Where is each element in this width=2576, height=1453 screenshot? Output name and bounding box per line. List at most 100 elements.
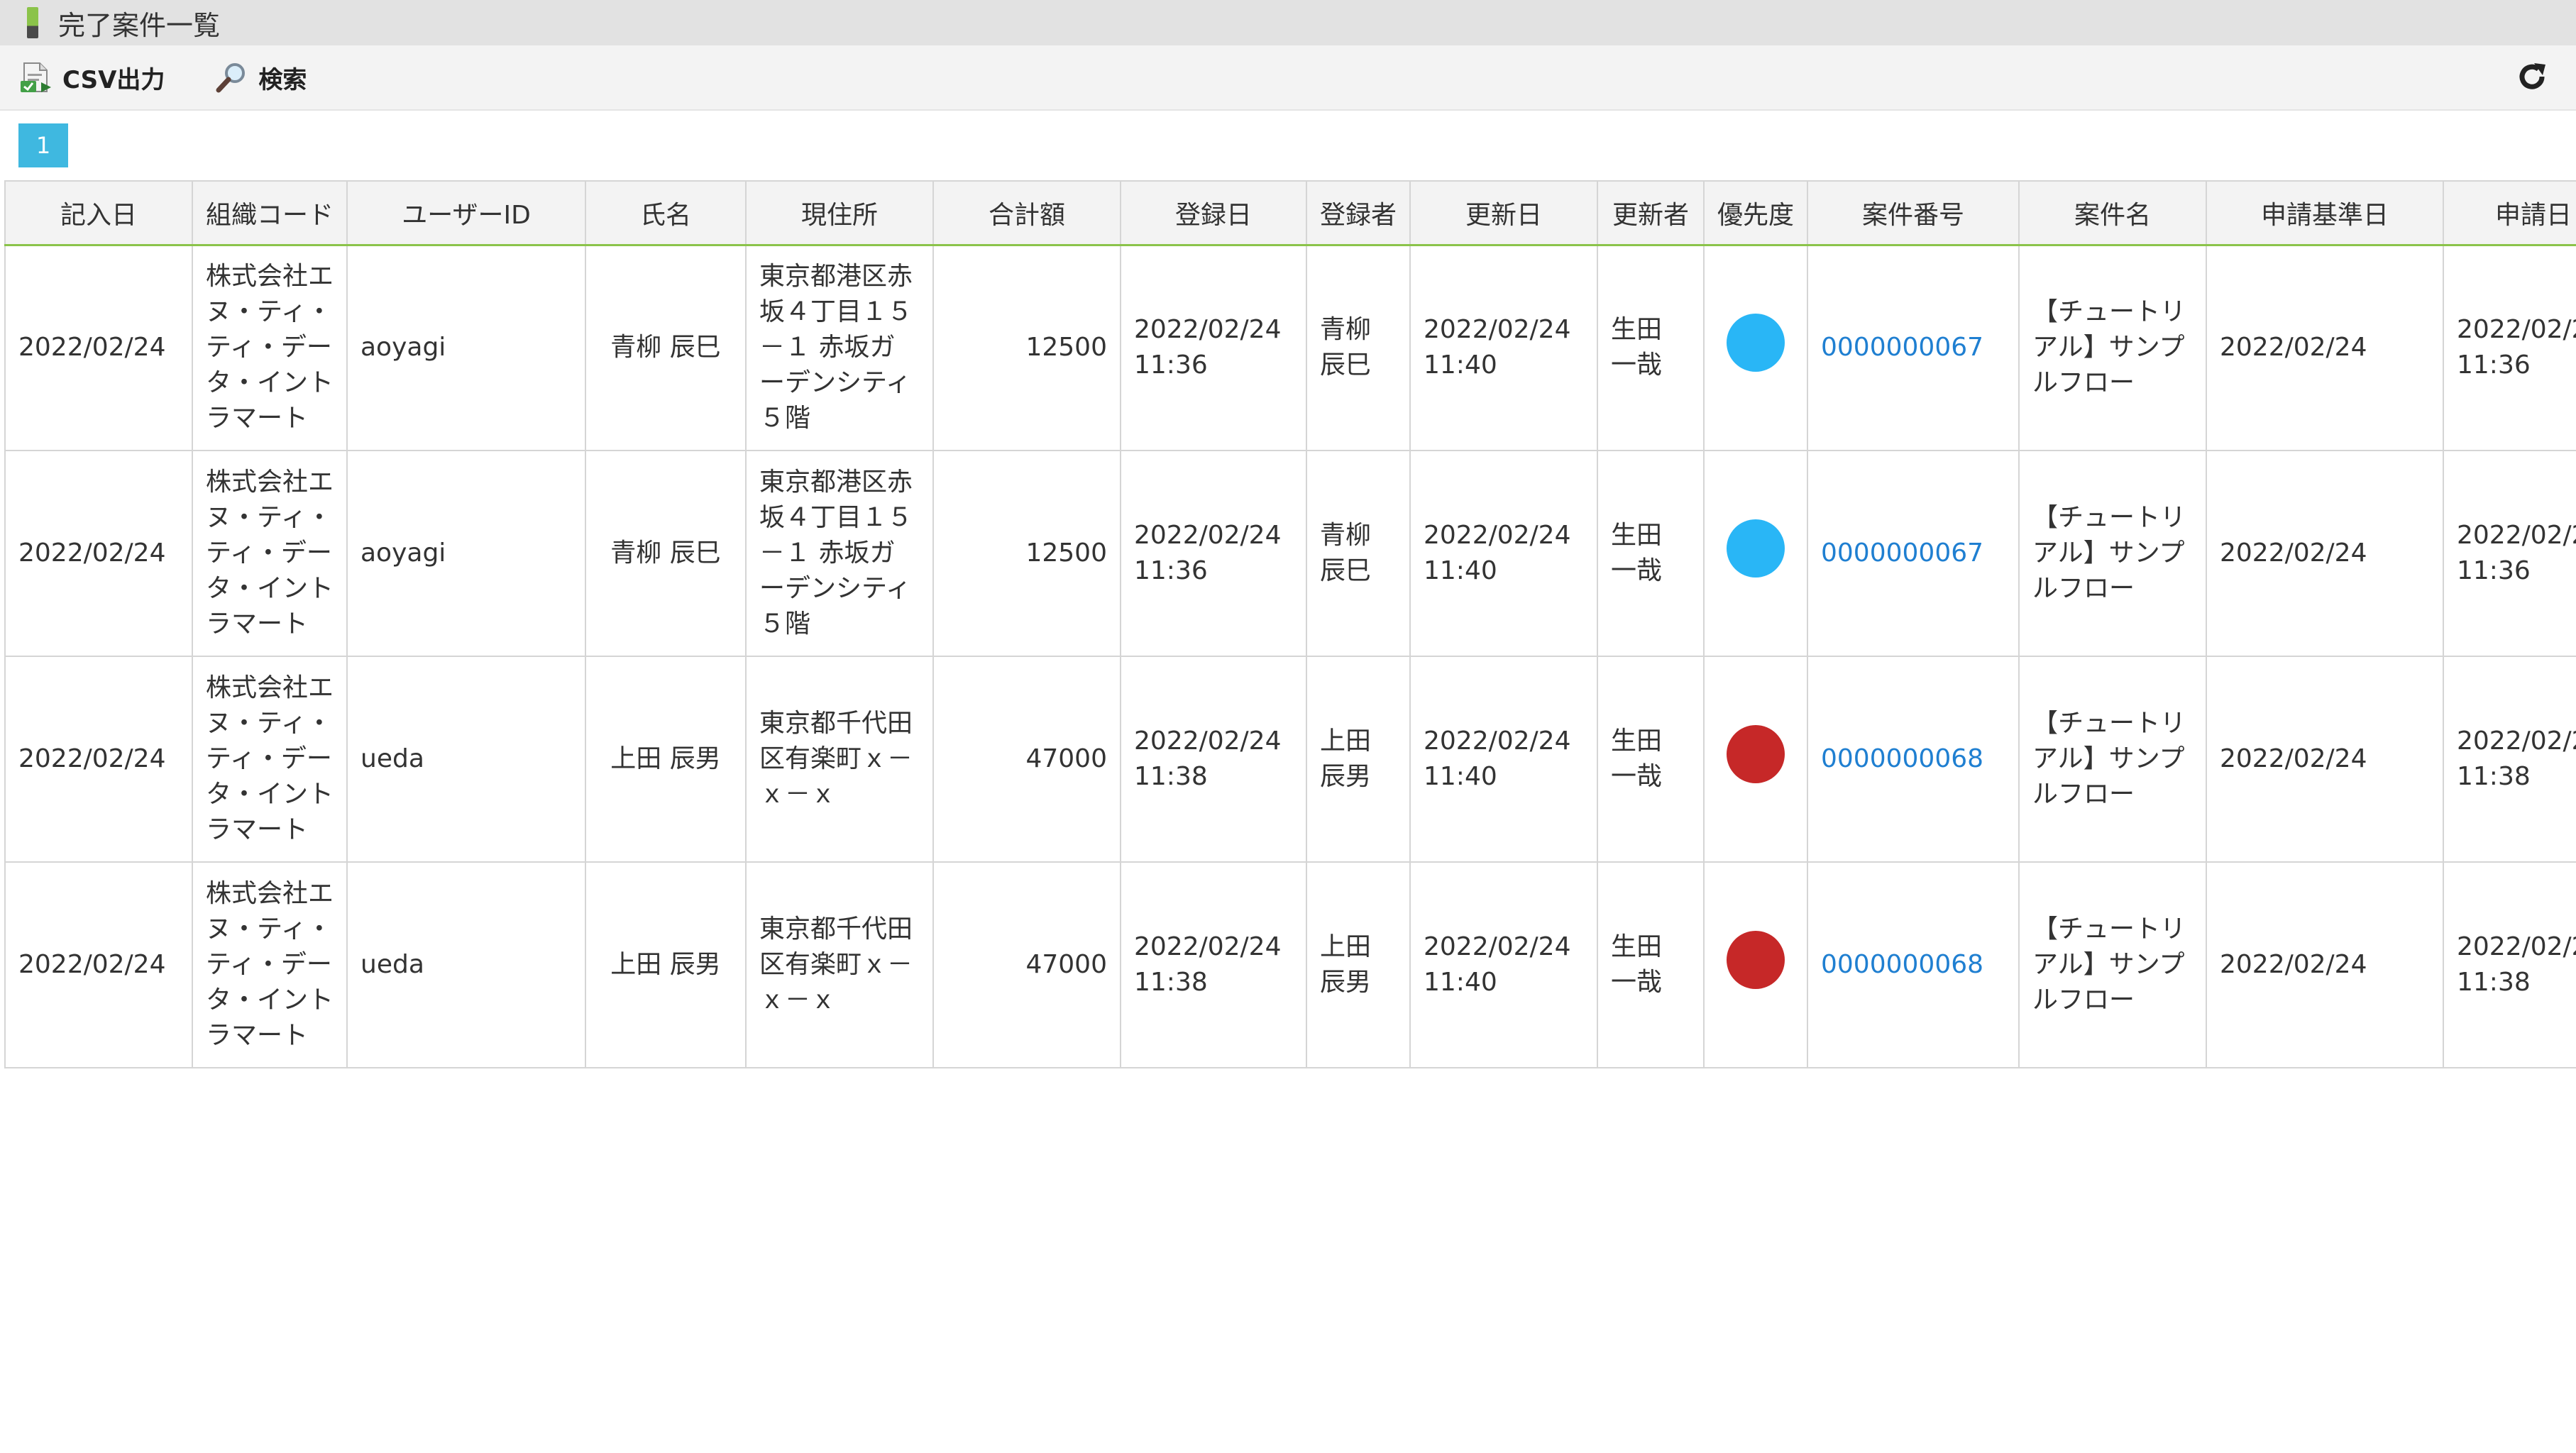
cell-priority xyxy=(1703,450,1808,657)
table-row[interactable]: 2022/02/24 株式会社エヌ・ティ・ティ・データ・イントラマート aoya… xyxy=(4,244,2576,451)
cell-user-id: aoyagi xyxy=(346,244,586,451)
cell-total: 12500 xyxy=(932,450,1121,657)
cell-address: 東京都港区赤坂４丁目１５－１ 赤坂ガーデンシティ５階 xyxy=(745,244,934,451)
cell-org-code: 株式会社エヌ・ティ・ティ・データ・イントラマート xyxy=(192,656,348,863)
column-header-reg-date[interactable]: 登録日 xyxy=(1120,180,1307,246)
refresh-icon xyxy=(2516,60,2548,96)
cell-reg-date: 2022/02/24 11:36 xyxy=(1120,450,1307,657)
completed-cases-page: 完了案件一覧 CSV出力 検索 1 記入日 組織コード ユーザーID 氏名 現住… xyxy=(0,0,2576,1453)
cell-registrant: 青柳 辰巳 xyxy=(1306,450,1411,657)
case-number-link[interactable]: 0000000068 xyxy=(1821,744,1983,773)
priority-indicator xyxy=(1727,519,1785,578)
column-header-registrant[interactable]: 登録者 xyxy=(1306,180,1411,246)
cell-case-no: 0000000067 xyxy=(1807,244,2020,451)
cell-case-no: 0000000068 xyxy=(1807,861,2020,1068)
csv-file-icon xyxy=(20,61,53,94)
cell-apply-date: 2022/02/2411:36 xyxy=(2443,244,2576,451)
case-number-link[interactable]: 0000000067 xyxy=(1821,333,1983,362)
cell-reg-date: 2022/02/24 11:38 xyxy=(1120,656,1307,863)
table-row[interactable]: 2022/02/24 株式会社エヌ・ティ・ティ・データ・イントラマート ueda… xyxy=(4,656,2576,863)
cell-registrant: 青柳 辰巳 xyxy=(1306,244,1411,451)
cell-updater: 生田 一哉 xyxy=(1597,656,1705,863)
cell-priority xyxy=(1703,656,1808,863)
case-number-link[interactable]: 0000000067 xyxy=(1821,538,1983,568)
column-header-case-name[interactable]: 案件名 xyxy=(2018,180,2207,246)
cell-upd-date: 2022/02/24 11:40 xyxy=(1409,656,1598,863)
cell-registrant: 上田 辰男 xyxy=(1306,861,1411,1068)
search-button[interactable]: 検索 xyxy=(216,56,307,99)
cell-org-code: 株式会社エヌ・ティ・ティ・データ・イントラマート xyxy=(192,244,348,451)
title-bar: 完了案件一覧 xyxy=(0,0,2576,45)
column-header-address[interactable]: 現住所 xyxy=(745,180,934,246)
cell-entry-date: 2022/02/24 xyxy=(4,450,193,657)
cell-base-date: 2022/02/24 xyxy=(2206,450,2444,657)
cell-base-date: 2022/02/24 xyxy=(2206,656,2444,863)
cell-entry-date: 2022/02/24 xyxy=(4,656,193,863)
cell-org-code: 株式会社エヌ・ティ・ティ・データ・イントラマート xyxy=(192,861,348,1068)
column-header-case-no[interactable]: 案件番号 xyxy=(1807,180,2020,246)
title-marker-icon xyxy=(27,7,38,38)
completed-cases-table: 記入日 組織コード ユーザーID 氏名 現住所 合計額 登録日 登録者 更新日 … xyxy=(4,180,2576,1073)
cell-updater: 生田 一哉 xyxy=(1597,861,1705,1068)
cell-base-date: 2022/02/24 xyxy=(2206,244,2444,451)
column-header-name[interactable]: 氏名 xyxy=(585,180,747,246)
cell-user-id: aoyagi xyxy=(346,450,586,657)
cell-org-code: 株式会社エヌ・ティ・ティ・データ・イントラマート xyxy=(192,450,348,657)
cell-registrant: 上田 辰男 xyxy=(1306,656,1411,863)
column-header-entry-date[interactable]: 記入日 xyxy=(4,180,193,246)
cell-case-name: 【チュートリアル】サンプルフロー xyxy=(2018,861,2207,1068)
cell-address: 東京都港区赤坂４丁目１５－１ 赤坂ガーデンシティ５階 xyxy=(745,450,934,657)
priority-indicator xyxy=(1727,725,1785,783)
cell-case-no: 0000000067 xyxy=(1807,450,2020,657)
case-number-link[interactable]: 0000000068 xyxy=(1821,950,1983,979)
column-header-priority[interactable]: 優先度 xyxy=(1703,180,1808,246)
column-header-total[interactable]: 合計額 xyxy=(932,180,1121,246)
search-label: 検索 xyxy=(258,65,307,94)
cell-name: 青柳 辰巳 xyxy=(585,450,747,657)
cell-name: 青柳 辰巳 xyxy=(585,244,747,451)
column-header-org-code[interactable]: 組織コード xyxy=(192,180,348,246)
cell-upd-date: 2022/02/24 11:40 xyxy=(1409,861,1598,1068)
column-header-apply-date[interactable]: 申請日 xyxy=(2443,180,2576,246)
cell-user-id: ueda xyxy=(346,861,586,1068)
refresh-button[interactable] xyxy=(2515,61,2549,95)
column-header-upd-date[interactable]: 更新日 xyxy=(1409,180,1598,246)
cell-total: 47000 xyxy=(932,656,1121,863)
cell-entry-date: 2022/02/24 xyxy=(4,244,193,451)
cell-name: 上田 辰男 xyxy=(585,861,747,1068)
toolbar: CSV出力 検索 xyxy=(0,45,2576,111)
cell-total: 12500 xyxy=(932,244,1121,451)
table-row[interactable]: 2022/02/24 株式会社エヌ・ティ・ティ・データ・イントラマート aoya… xyxy=(4,450,2576,657)
cell-entry-date: 2022/02/24 xyxy=(4,861,193,1068)
cell-base-date: 2022/02/24 xyxy=(2206,861,2444,1068)
priority-indicator xyxy=(1727,931,1785,989)
cell-priority xyxy=(1703,244,1808,451)
pagination-page-1[interactable]: 1 xyxy=(18,123,68,167)
cell-apply-date: 2022/02/2411:36 xyxy=(2443,450,2576,657)
cell-upd-date: 2022/02/24 11:40 xyxy=(1409,450,1598,657)
cell-reg-date: 2022/02/24 11:36 xyxy=(1120,244,1307,451)
magnifier-icon xyxy=(216,61,248,94)
column-header-base-date[interactable]: 申請基準日 xyxy=(2206,180,2444,246)
cell-address: 東京都千代田区有楽町ｘ－ｘ－ｘ xyxy=(745,656,934,863)
cell-case-no: 0000000068 xyxy=(1807,656,2020,863)
cell-total: 47000 xyxy=(932,861,1121,1068)
cell-reg-date: 2022/02/24 11:38 xyxy=(1120,861,1307,1068)
cell-updater: 生田 一哉 xyxy=(1597,450,1705,657)
cell-name: 上田 辰男 xyxy=(585,656,747,863)
cell-priority xyxy=(1703,861,1808,1068)
table-row[interactable]: 2022/02/24 株式会社エヌ・ティ・ティ・データ・イントラマート ueda… xyxy=(4,861,2576,1068)
cell-updater: 生田 一哉 xyxy=(1597,244,1705,451)
cell-apply-date: 2022/02/2411:38 xyxy=(2443,861,2576,1068)
csv-export-button[interactable]: CSV出力 xyxy=(20,56,165,99)
cell-upd-date: 2022/02/24 11:40 xyxy=(1409,244,1598,451)
priority-indicator xyxy=(1727,314,1785,372)
cell-case-name: 【チュートリアル】サンプルフロー xyxy=(2018,656,2207,863)
cell-address: 東京都千代田区有楽町ｘ－ｘ－ｘ xyxy=(745,861,934,1068)
csv-export-label: CSV出力 xyxy=(62,65,165,94)
page-title: 完了案件一覧 xyxy=(58,9,221,41)
column-header-user-id[interactable]: ユーザーID xyxy=(346,180,586,246)
column-header-updater[interactable]: 更新者 xyxy=(1597,180,1705,246)
table-header-row: 記入日 組織コード ユーザーID 氏名 現住所 合計額 登録日 登録者 更新日 … xyxy=(4,180,2576,246)
cell-case-name: 【チュートリアル】サンプルフロー xyxy=(2018,244,2207,451)
